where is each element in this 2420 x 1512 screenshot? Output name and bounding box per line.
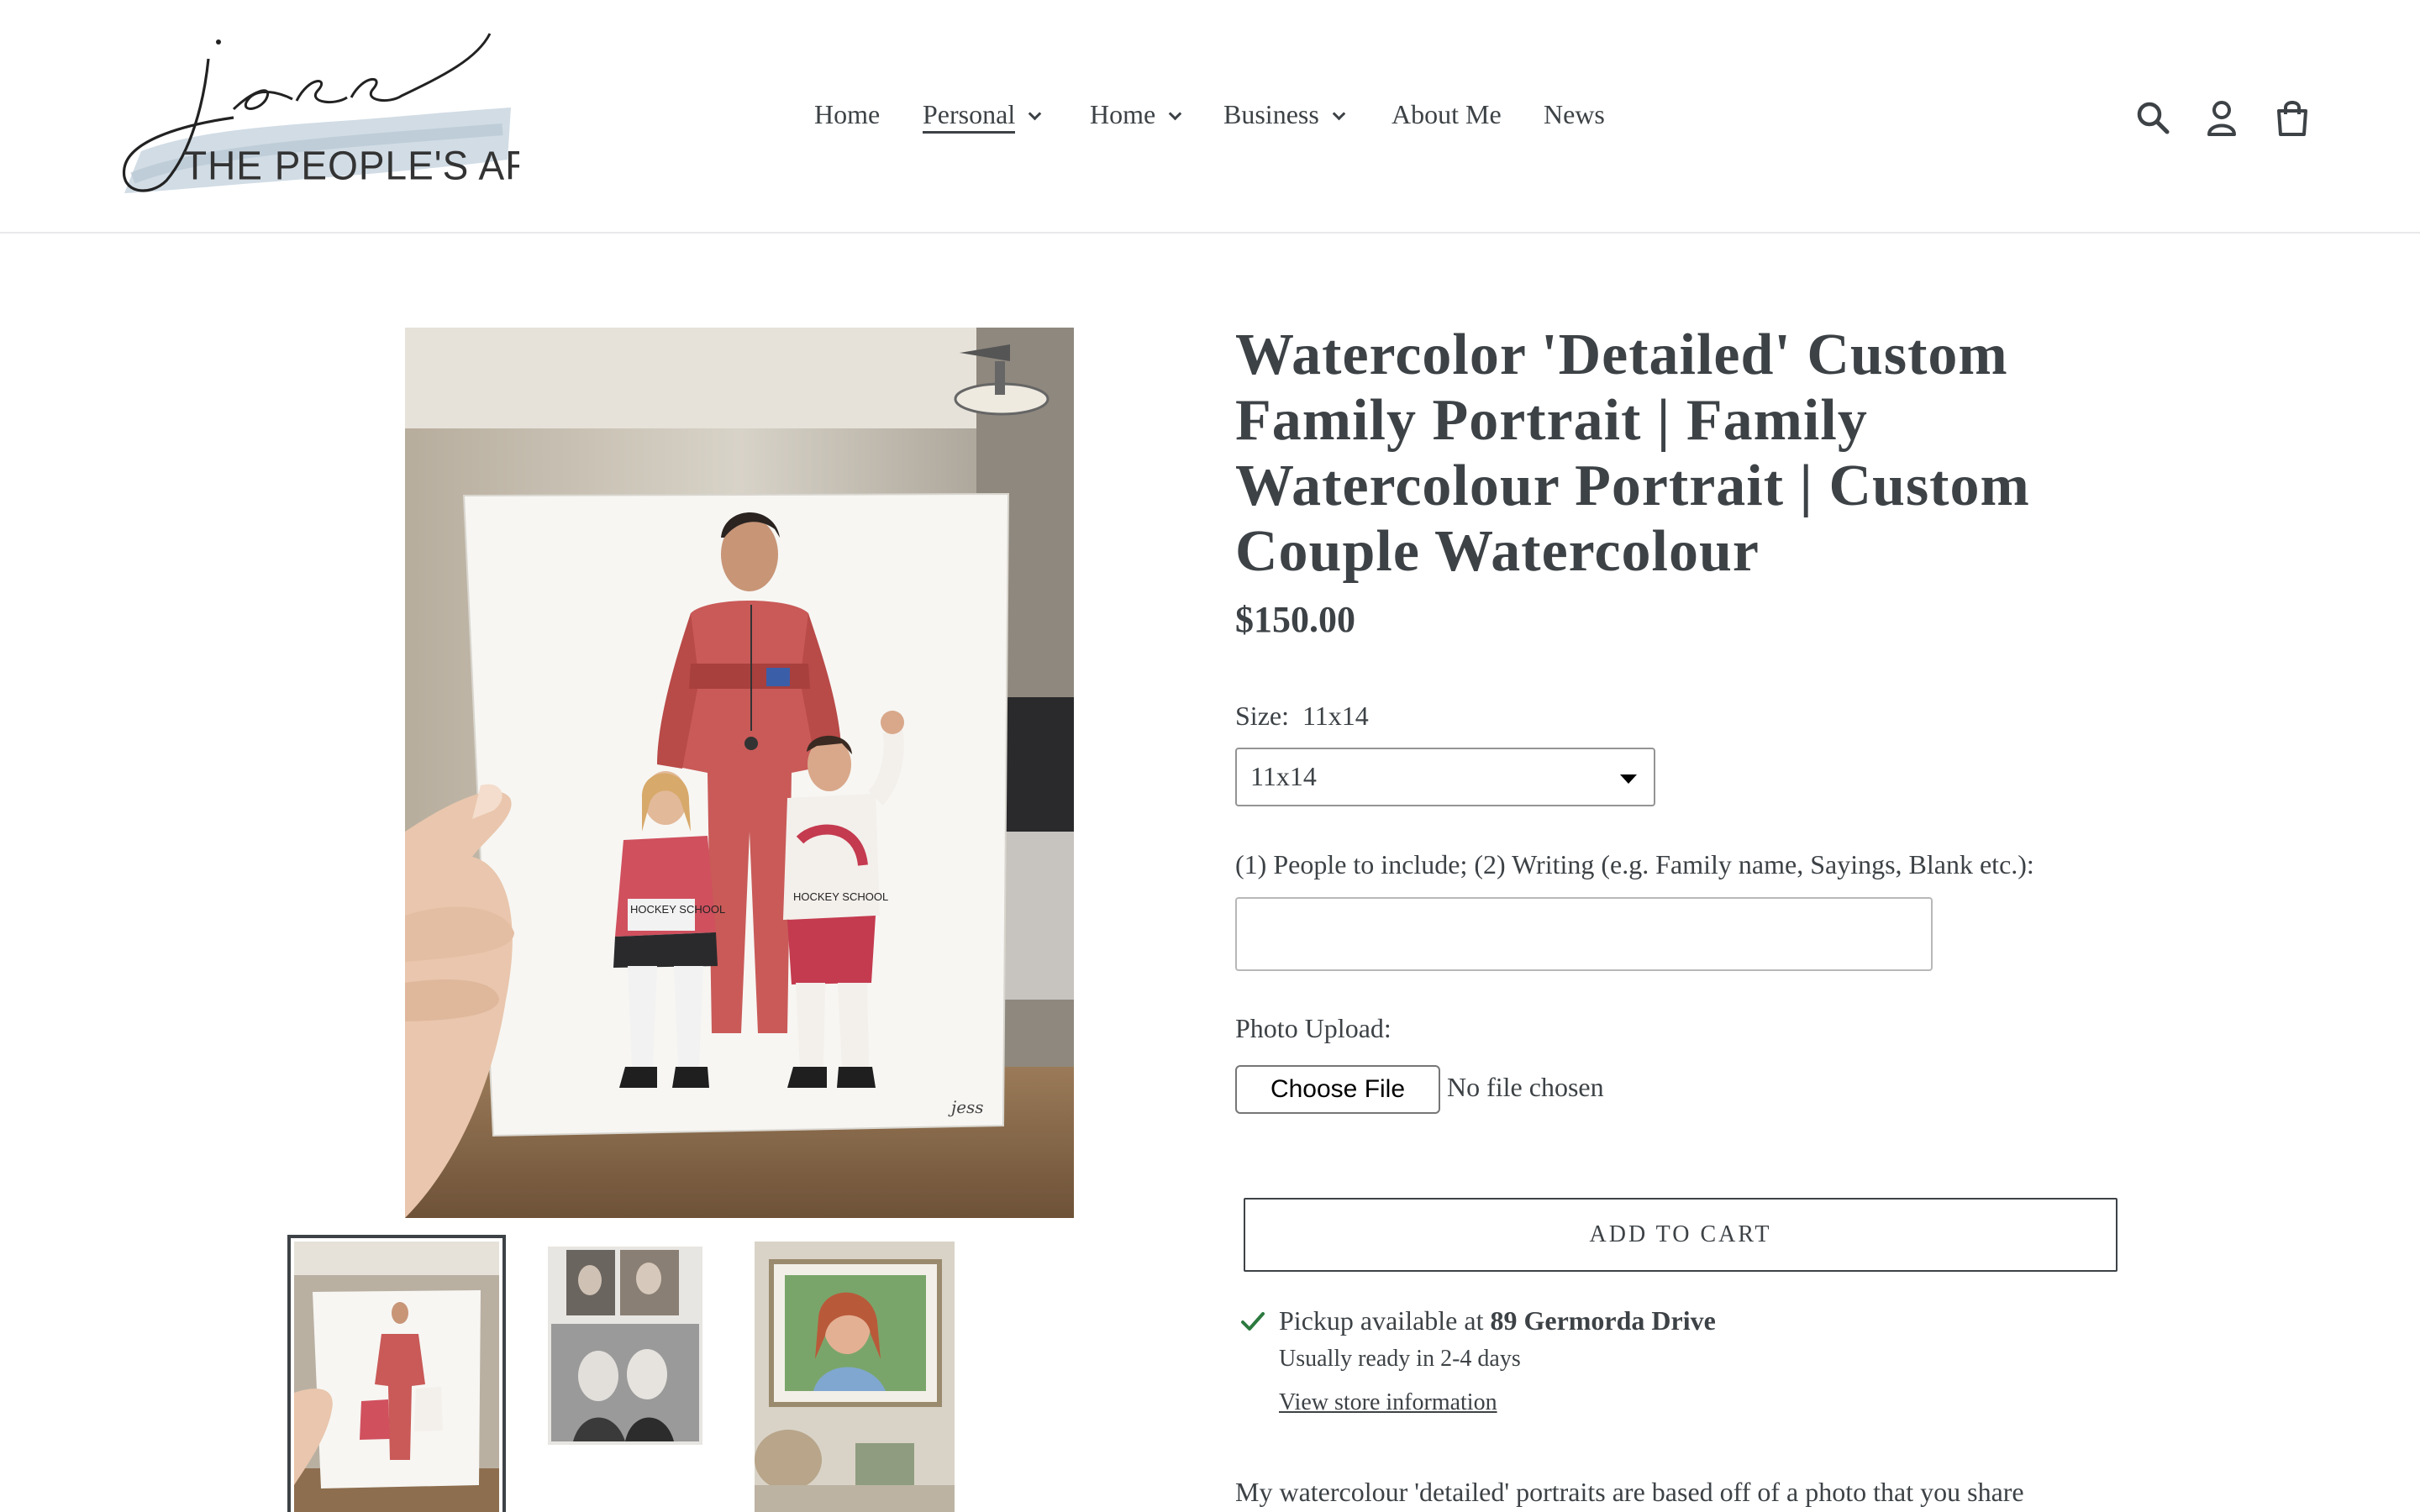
product-price: $150.00 (1235, 599, 1355, 640)
view-store-info-link[interactable]: View store information (1279, 1389, 1497, 1416)
chevron-down-icon (1028, 107, 1042, 121)
product-description: My watercolour 'detailed' portraits are … (1235, 1477, 2024, 1507)
checkmark-icon (1241, 1312, 1265, 1331)
site-header: THE PEOPLE'S ARTIST Home Personal Home B… (0, 0, 2420, 234)
choose-file-button[interactable]: Choose File (1235, 1065, 1440, 1114)
pickup-availability: Pickup available at 89 Germorda Drive (1279, 1305, 1716, 1336)
people-label: (1) People to include; (2) Writing (e.g.… (1235, 849, 2034, 879)
nav-home-menu-label: Home (1090, 99, 1156, 129)
add-to-cart-button[interactable]: ADD TO CART (1244, 1198, 2118, 1272)
nav-business[interactable]: Business (1223, 99, 1346, 130)
nav-about-label: About Me (1392, 99, 1502, 129)
site-logo[interactable]: THE PEOPLE'S ARTIST (108, 25, 519, 210)
jersey-text: HOCKEY SCHOOL (793, 890, 888, 903)
caret-down-icon (1620, 774, 1637, 784)
search-icon[interactable] (2134, 97, 2171, 138)
chevron-down-icon (1168, 107, 1182, 121)
nav-personal-label: Personal (923, 99, 1016, 134)
jersey-text: HOCKEY SCHOOL (630, 903, 725, 916)
product-title: Watercolor 'Detailed' Custom Family Port… (1235, 323, 2030, 584)
size-label-text: Size: (1235, 701, 1289, 731)
size-select-value: 11x14 (1250, 761, 1317, 791)
nav-news-label: News (1544, 99, 1605, 129)
size-label-value: 11x14 (1302, 701, 1369, 731)
size-label: Size: 11x14 (1235, 701, 1369, 732)
nav-news[interactable]: News (1544, 99, 1605, 130)
account-icon[interactable] (2203, 97, 2240, 138)
pickup-ready-time: Usually ready in 2-4 days (1279, 1346, 1521, 1372)
file-status: No file chosen (1447, 1072, 1604, 1102)
logo-tagline: THE PEOPLE'S ARTIST (183, 143, 519, 188)
nav-home[interactable]: Home (814, 99, 880, 130)
product-main-image[interactable]: HOCKEY SCHOOL HOCKEY SCHOOL jess (405, 328, 1074, 1218)
people-input[interactable] (1235, 897, 1933, 971)
nav-about[interactable]: About Me (1392, 99, 1502, 130)
pickup-prefix: Pickup available at (1279, 1305, 1491, 1336)
photo-upload-label: Photo Upload: (1235, 1013, 1392, 1043)
cart-icon[interactable] (2274, 97, 2311, 138)
product-thumbnail-2[interactable] (548, 1242, 702, 1512)
nav-business-label: Business (1223, 99, 1319, 129)
artist-signature: jess (948, 1097, 984, 1117)
pickup-location: 89 Germorda Drive (1490, 1305, 1716, 1336)
size-select[interactable]: 11x14 (1235, 748, 1655, 806)
nav-personal[interactable]: Personal (923, 99, 1042, 134)
nav-home-menu[interactable]: Home (1090, 99, 1182, 130)
product-thumbnail-1[interactable] (287, 1235, 506, 1512)
nav-home-label: Home (814, 99, 881, 129)
product-thumbnail-3[interactable] (755, 1242, 955, 1512)
chevron-down-icon (1332, 107, 1346, 121)
